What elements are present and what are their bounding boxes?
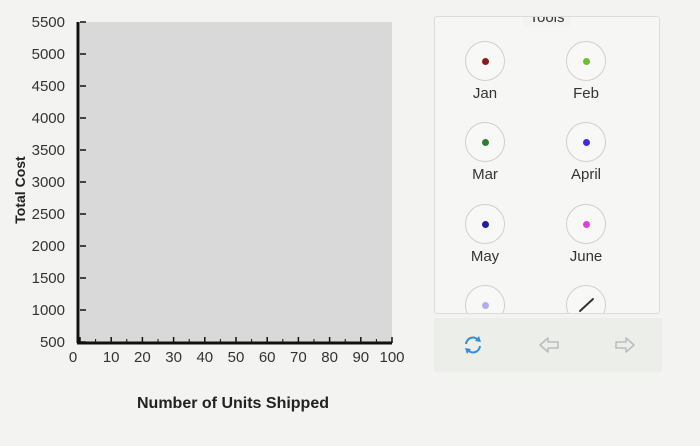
point-dot-icon [481, 301, 489, 309]
undo-button[interactable] [534, 330, 564, 360]
tool-label: May [470, 248, 500, 265]
tool-jan[interactable]: Jan [445, 41, 525, 102]
x-tick-label: 60 [259, 349, 276, 366]
undo-icon [539, 337, 559, 353]
y-tick-label: 1500 [32, 270, 65, 287]
tool-april[interactable]: April [546, 122, 626, 183]
y-axis-label: Total Cost [12, 156, 28, 224]
line-tool-button[interactable] [566, 285, 606, 313]
y-tick-label: 3000 [32, 174, 65, 191]
reset-button[interactable] [458, 330, 488, 360]
y-tick-label: 2000 [32, 238, 65, 255]
point-dot-icon [582, 220, 590, 228]
tools-title: Tools [435, 17, 659, 26]
tool-label: Mar [472, 166, 498, 183]
x-tick-label: 20 [134, 349, 151, 366]
tool-label: Feb [573, 85, 599, 102]
redo-icon [615, 337, 635, 353]
point-dot-icon [582, 57, 590, 65]
x-tick-label: 80 [321, 349, 338, 366]
x-tick-label: 50 [228, 349, 245, 366]
x-tick-label: 70 [290, 349, 307, 366]
tools-panel: Tools Jan Feb Mar April May June [434, 16, 660, 314]
tool-mar[interactable]: Mar [445, 122, 525, 183]
point-tool-button[interactable] [566, 122, 606, 162]
x-axis-label: Number of Units Shipped [137, 395, 329, 412]
point-dot-icon [481, 138, 489, 146]
y-tick-label: 2500 [32, 206, 65, 223]
tool-extra-point[interactable] [445, 285, 525, 313]
point-tool-button[interactable] [465, 41, 505, 81]
x-tick-label: 0 [69, 349, 77, 366]
x-tick-label: 100 [379, 349, 404, 366]
point-tool-button[interactable] [566, 204, 606, 244]
y-tick-label: 4500 [32, 78, 65, 95]
point-tool-button[interactable] [465, 204, 505, 244]
line-tool-icon [579, 298, 594, 312]
point-tool-button[interactable] [566, 41, 606, 81]
point-tool-button[interactable] [465, 285, 505, 313]
tool-may[interactable]: May [445, 204, 525, 265]
y-tick-label: 4000 [32, 110, 65, 127]
actions-bar [434, 318, 662, 372]
x-tick-label: 30 [165, 349, 182, 366]
y-tick-label: 3500 [32, 142, 65, 159]
plot-area [80, 22, 392, 342]
y-tick-label: 5500 [32, 14, 65, 31]
y-tick-label: 5000 [32, 46, 65, 63]
x-tick-label: 10 [103, 349, 120, 366]
point-dot-icon [582, 138, 590, 146]
point-dot-icon [481, 57, 489, 65]
reset-icon [465, 336, 481, 354]
tool-label: April [570, 166, 601, 183]
point-dot-icon [481, 220, 489, 228]
y-tick-label: 500 [40, 334, 65, 351]
tool-june[interactable]: June [546, 204, 626, 265]
x-tick-label: 90 [352, 349, 369, 366]
redo-button[interactable] [610, 330, 640, 360]
tool-line[interactable] [546, 285, 626, 313]
tool-label: Jan [472, 85, 498, 102]
x-tick-label: 40 [196, 349, 213, 366]
point-tool-button[interactable] [465, 122, 505, 162]
tool-label: June [569, 248, 603, 265]
y-tick-label: 1000 [32, 302, 65, 319]
tool-feb[interactable]: Feb [546, 41, 626, 102]
